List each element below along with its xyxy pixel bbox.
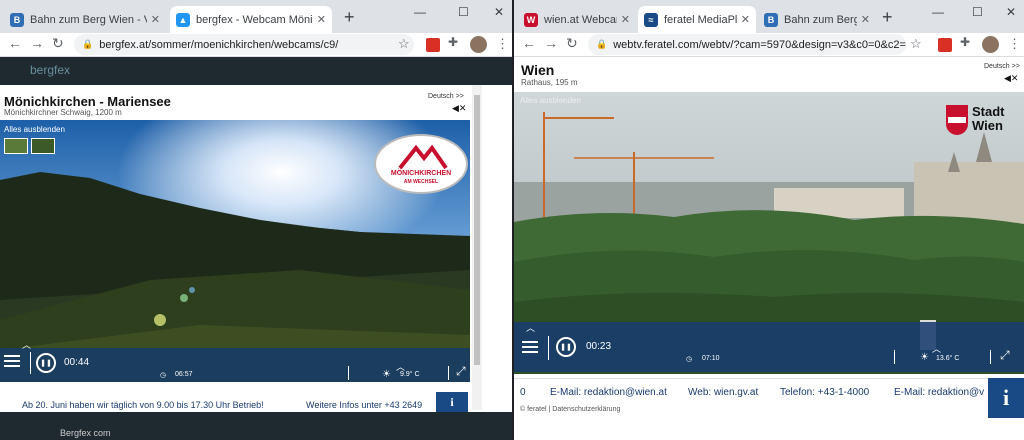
bzb-favicon-icon: B <box>764 12 778 27</box>
webcam-title: Wien <box>521 62 555 78</box>
forward-icon[interactable]: → <box>30 35 44 51</box>
feratel-favicon-icon: ≈ <box>644 12 658 27</box>
fullscreen-icon[interactable]: ⤢ <box>1000 348 1010 363</box>
playback-time: 00:23 <box>586 341 612 352</box>
tab-wien-webcam[interactable]: W wien.at Webcam an ✕ <box>518 6 636 33</box>
tab-strip: W wien.at Webcam an ✕ ≈ feratel MediaPla… <box>514 0 1024 33</box>
new-tab-icon[interactable]: + <box>882 7 893 28</box>
webcam-subtitle: Rathaus, 195 m <box>521 78 578 87</box>
toolbar: ← → ↻ 🔒 bergfex.at/sommer/moenichkirchen… <box>0 33 512 57</box>
pause-button[interactable]: ❚❚ <box>36 353 56 373</box>
fullscreen-icon[interactable]: ⤢ <box>456 364 466 379</box>
weather-sun-icon: ☀ <box>382 369 391 380</box>
address-bar[interactable]: 🔒 bergfex.at/sommer/moenichkirchen/webca… <box>74 34 414 55</box>
weather-sun-icon: ☀ <box>920 352 929 363</box>
back-icon[interactable]: ← <box>8 35 22 51</box>
wien-favicon-icon: W <box>524 12 538 27</box>
maximize-icon[interactable]: ☐ <box>972 5 983 19</box>
minimize-icon[interactable]: — <box>932 5 944 19</box>
hide-all-link[interactable]: Alles ausblenden <box>4 125 65 134</box>
extension-red-icon[interactable] <box>938 38 952 52</box>
puzzle-icon[interactable]: ✚ <box>960 35 970 49</box>
lock-icon: 🔒 <box>82 39 94 49</box>
chevron-up-icon[interactable]: ︿ <box>932 342 941 355</box>
info-button[interactable]: i <box>988 378 1024 418</box>
capture-time: 07:10 <box>702 355 720 362</box>
tab-bahn-zum-berg[interactable]: B Bahn zum Berg Wien - Von Wien ✕ <box>4 6 166 33</box>
temperature: 9.9° C <box>400 371 420 378</box>
contact-ticker: 0 E-Mail: redaktion@wien.at Web: wien.gv… <box>514 378 990 406</box>
avatar[interactable] <box>982 36 999 53</box>
pause-button[interactable]: ❚❚ <box>556 337 576 357</box>
menu-hamburger-icon[interactable] <box>4 355 20 370</box>
thumbnail-2[interactable] <box>31 138 55 154</box>
tab-feratel[interactable]: ≈ feratel MediaPlayer ✕ <box>638 6 756 33</box>
close-window-icon[interactable]: ✕ <box>1006 5 1016 19</box>
mute-icon[interactable]: ◀✕ <box>452 103 466 114</box>
close-icon[interactable]: ✕ <box>741 13 750 26</box>
stadt-wien-logo: Stadt Wien <box>946 105 1016 139</box>
site-footer: Bergfex com <box>0 412 512 440</box>
capture-time: 06:57 <box>175 371 193 378</box>
footer-links[interactable]: © feratel | Datenschutzerklärung <box>520 406 620 413</box>
back-icon[interactable]: ← <box>522 35 536 51</box>
mute-icon[interactable]: ◀✕ <box>1004 73 1018 84</box>
reload-icon[interactable]: ↻ <box>52 35 64 52</box>
close-icon[interactable]: ✕ <box>621 13 630 26</box>
browser-window-right: W wien.at Webcam an ✕ ≈ feratel MediaPla… <box>514 0 1024 440</box>
chevron-up-icon[interactable]: ︿ <box>22 338 31 351</box>
divider <box>548 336 549 360</box>
scrollbar[interactable] <box>472 85 482 410</box>
info-button[interactable]: i <box>436 392 468 412</box>
site-header <box>0 57 512 85</box>
language-link[interactable]: Deutsch >> <box>984 63 1020 70</box>
menu-icon[interactable]: ⋮ <box>496 36 509 52</box>
site-logo[interactable]: bergfex <box>30 63 70 77</box>
bookmark-star-icon[interactable]: ☆ <box>398 36 410 52</box>
tab-strip: B Bahn zum Berg Wien - Von Wien ✕ ▲ berg… <box>0 0 512 33</box>
new-tab-icon[interactable]: + <box>344 7 355 28</box>
forward-icon[interactable]: → <box>544 35 558 51</box>
divider <box>894 350 895 364</box>
divider <box>448 366 449 380</box>
menu-icon[interactable]: ⋮ <box>1008 36 1021 52</box>
chevron-up-icon[interactable]: ︿ <box>526 321 535 334</box>
hide-all-link[interactable]: Alles ausblenden <box>520 96 581 105</box>
address-bar[interactable]: 🔒 webtv.feratel.com/webtv/?cam=5970&desi… <box>588 34 906 55</box>
wien-shield-icon <box>946 105 968 135</box>
close-icon[interactable]: ✕ <box>151 13 160 26</box>
mountain-logo-icon <box>398 144 448 170</box>
divider <box>30 352 31 374</box>
reload-icon[interactable]: ↻ <box>566 35 578 52</box>
toolbar: ← → ↻ 🔒 webtv.feratel.com/webtv/?cam=597… <box>514 33 1024 57</box>
avatar[interactable] <box>470 36 487 53</box>
lock-icon: 🔒 <box>596 39 608 49</box>
maximize-icon[interactable]: ☐ <box>458 5 469 19</box>
webcam-subtitle: Mönichkirchner Schwaig, 1200 m <box>4 108 122 117</box>
divider <box>348 366 349 380</box>
bookmark-star-icon[interactable]: ☆ <box>910 36 922 52</box>
bzb-favicon-icon: B <box>10 12 24 27</box>
menu-hamburger-icon[interactable] <box>522 341 538 356</box>
tab-bergfex[interactable]: ▲ bergfex - Webcam Mönichkirchen ✕ <box>170 6 332 33</box>
scrollbar-thumb[interactable] <box>474 95 480 365</box>
playback-time: 00:44 <box>64 357 90 368</box>
clock-icon: ◷ <box>686 356 693 363</box>
close-icon[interactable]: ✕ <box>317 13 326 26</box>
browser-window-left: B Bahn zum Berg Wien - Von Wien ✕ ▲ berg… <box>0 0 512 440</box>
language-link[interactable]: Deutsch >> <box>428 93 464 100</box>
bergfex-favicon-icon: ▲ <box>176 12 190 27</box>
close-icon[interactable]: ✕ <box>861 13 870 26</box>
temperature: 13.6° C <box>936 355 960 362</box>
tab-bahn-zum-berg[interactable]: B Bahn zum Berg Wie ✕ <box>758 6 876 33</box>
moenichkirchen-logo: MÖNICHKIRCHEN AM WECHSEL <box>374 134 468 194</box>
minimize-icon[interactable]: — <box>414 5 426 19</box>
webcam-title: Mönichkirchen - Mariensee <box>4 94 171 109</box>
thumbnail-1[interactable] <box>4 138 28 154</box>
puzzle-icon[interactable]: ✚ <box>448 35 458 49</box>
extension-red-icon[interactable] <box>426 38 440 52</box>
clock-icon: ◷ <box>160 372 167 379</box>
divider <box>990 350 991 364</box>
close-window-icon[interactable]: ✕ <box>494 5 504 19</box>
